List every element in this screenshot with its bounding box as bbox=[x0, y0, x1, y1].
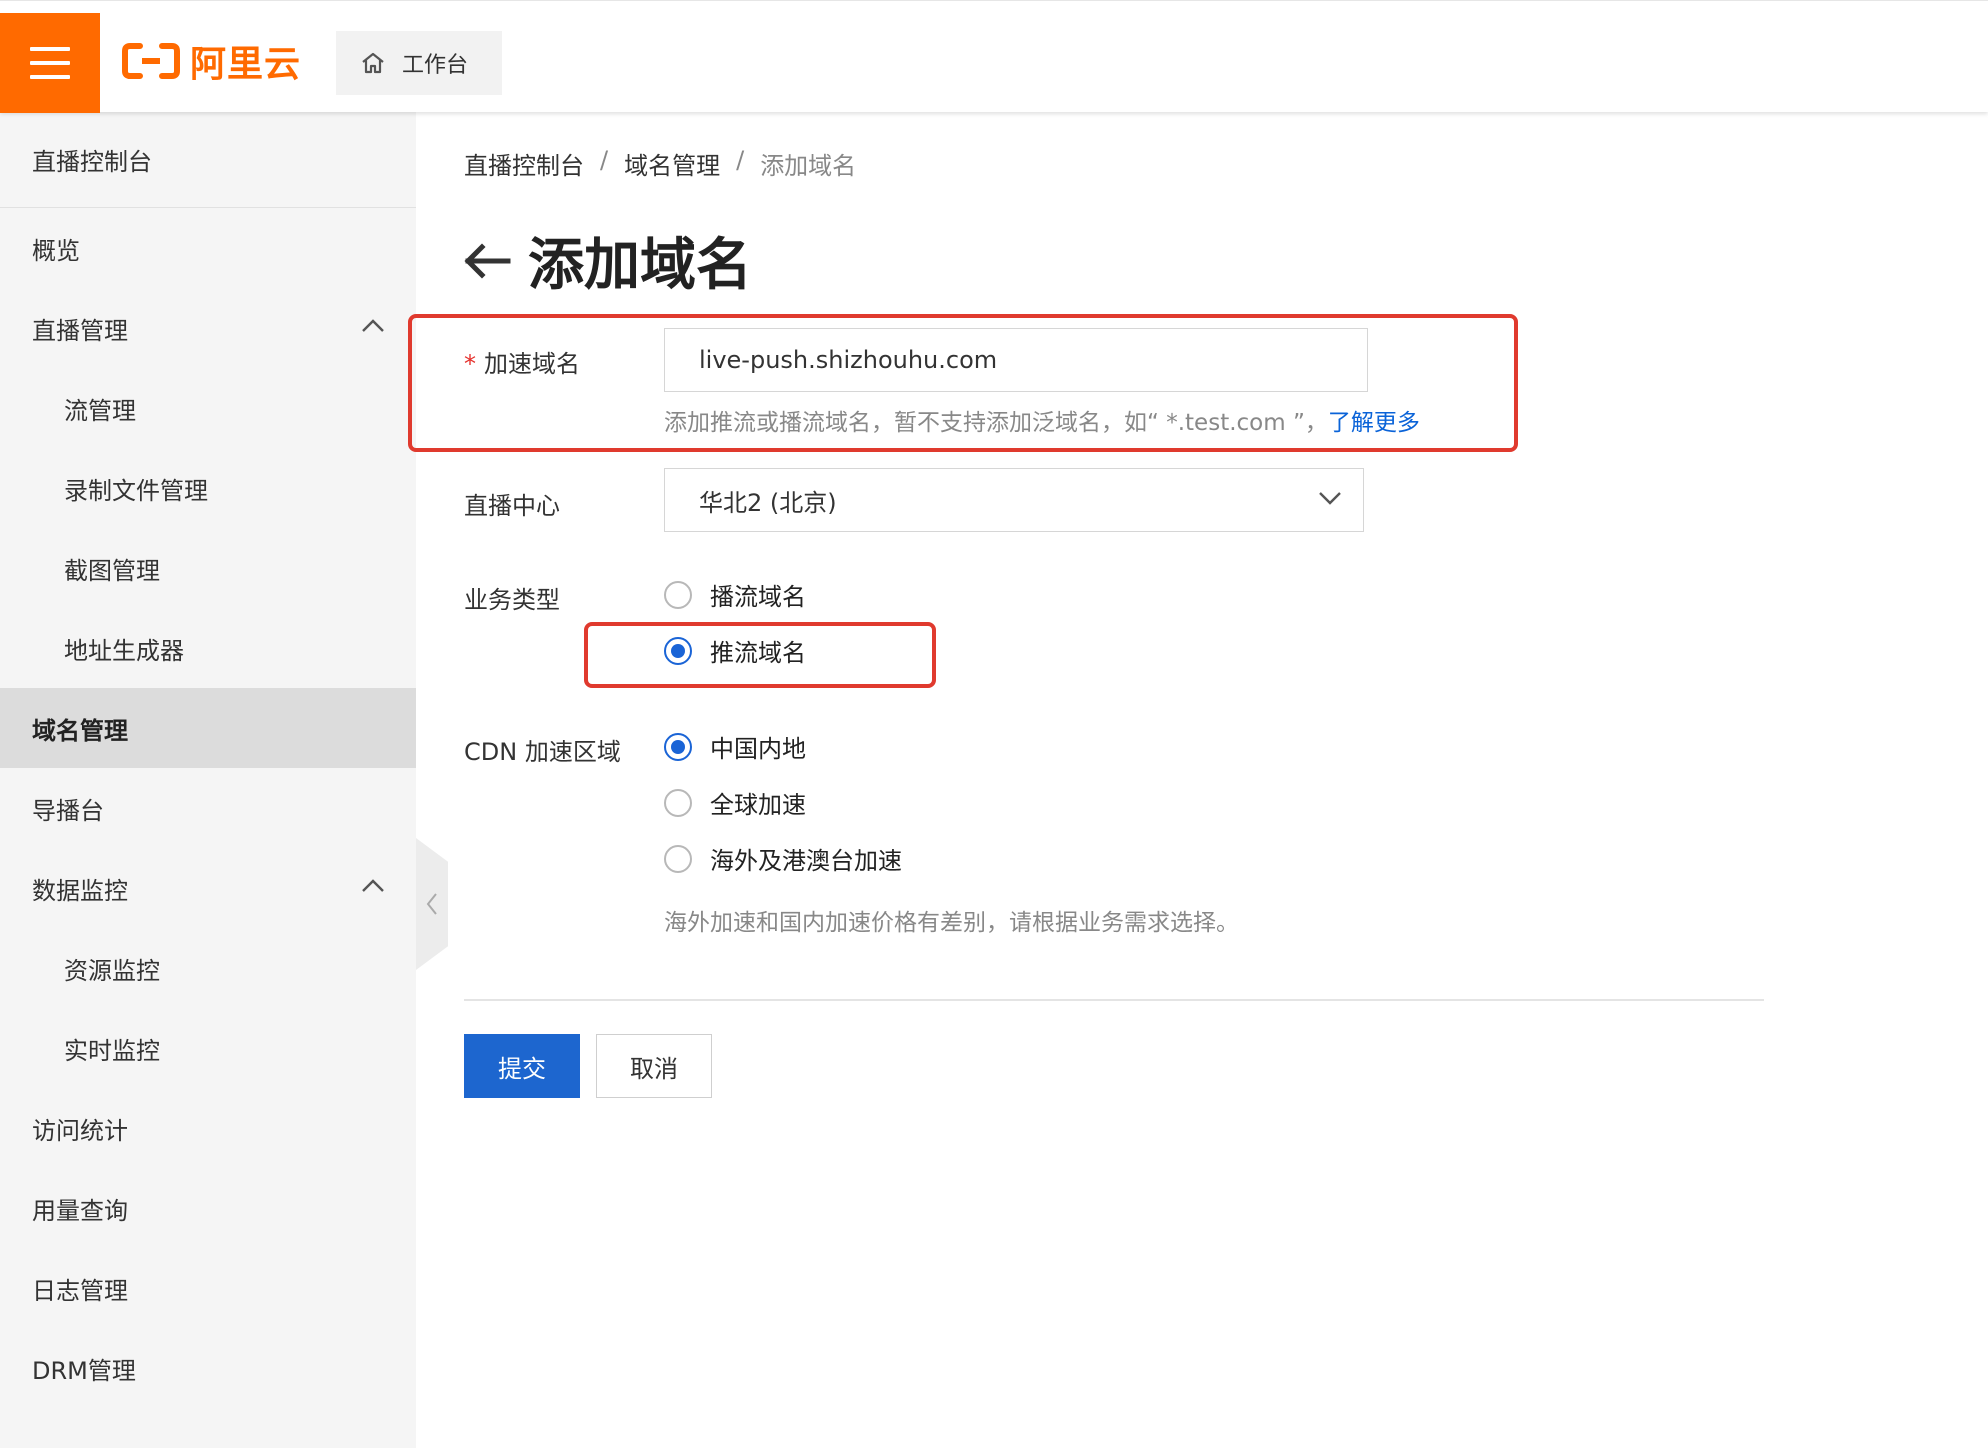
sidebar-item-live-management[interactable]: 直播管理 bbox=[0, 288, 416, 368]
center-label: 直播中心 bbox=[464, 492, 560, 520]
sidebar-title: 直播控制台 bbox=[0, 112, 416, 208]
home-icon bbox=[362, 52, 384, 74]
sidebar-collapse-handle[interactable] bbox=[416, 838, 448, 970]
sidebar-item-label: 日志管理 bbox=[32, 1276, 128, 1305]
sidebar-item-data-monitoring[interactable]: 数据监控 bbox=[0, 848, 416, 928]
breadcrumb-separator: / bbox=[600, 146, 609, 174]
radio-button-selected[interactable] bbox=[664, 732, 692, 761]
breadcrumb-item-current: 添加域名 bbox=[760, 152, 857, 180]
sidebar-item-stream-management[interactable]: 流管理 bbox=[0, 368, 416, 448]
back-arrow-icon[interactable] bbox=[462, 241, 512, 281]
sidebar-item-domain-management[interactable]: 域名管理 bbox=[0, 688, 416, 768]
sidebar-item-label: 资源监控 bbox=[64, 956, 160, 985]
cancel-button[interactable]: 取消 bbox=[596, 1034, 712, 1098]
submit-button[interactable]: 提交 bbox=[464, 1034, 580, 1098]
sidebar-item-label: 直播管理 bbox=[32, 316, 128, 345]
sidebar-item-label: DRM管理 bbox=[32, 1356, 136, 1385]
menu-icon[interactable] bbox=[0, 13, 100, 113]
radio-global[interactable]: 全球加速 bbox=[664, 785, 806, 820]
sidebar-item-usage-query[interactable]: 用量查询 bbox=[0, 1168, 416, 1248]
radio-label: 全球加速 bbox=[710, 791, 806, 819]
cdn-region-label: CDN 加速区域 bbox=[464, 738, 621, 766]
chevron-up-icon[interactable] bbox=[360, 318, 386, 334]
radio-label: 中国内地 bbox=[710, 735, 806, 763]
logo[interactable]: 阿里云 bbox=[122, 39, 301, 85]
push-domain-highlight-box bbox=[584, 622, 936, 688]
breadcrumb-item-console[interactable]: 直播控制台 bbox=[464, 146, 584, 181]
aliyun-logo-icon bbox=[122, 43, 180, 79]
top-bar: 阿里云 工作台 bbox=[0, 0, 1988, 113]
breadcrumb: 直播控制台 / 域名管理 / 添加域名 bbox=[464, 146, 856, 181]
page-header: 添加域名 bbox=[462, 220, 752, 301]
sidebar-item-label: 截图管理 bbox=[64, 556, 160, 585]
radio-button[interactable] bbox=[664, 580, 692, 609]
sidebar-item-overview[interactable]: 概览 bbox=[0, 208, 416, 288]
chevron-up-icon[interactable] bbox=[360, 878, 386, 894]
page-title: 添加域名 bbox=[528, 233, 752, 298]
sidebar-item-realtime-monitoring[interactable]: 实时监控 bbox=[0, 1008, 416, 1088]
logo-text: 阿里云 bbox=[190, 44, 302, 85]
sidebar-item-label: 访问统计 bbox=[32, 1116, 128, 1145]
sidebar-item-snapshot-management[interactable]: 截图管理 bbox=[0, 528, 416, 608]
cdn-help-text: 海外加速和国内加速价格有差别，请根据业务需求选择。 bbox=[664, 910, 1239, 936]
sidebar-item-drm-management[interactable]: DRM管理 bbox=[0, 1328, 416, 1408]
radio-label: 播流域名 bbox=[710, 583, 806, 611]
breadcrumb-separator: / bbox=[736, 146, 745, 174]
radio-button[interactable] bbox=[664, 788, 692, 817]
center-select[interactable]: 华北2 (北京) bbox=[664, 468, 1364, 532]
sidebar-item-recording-files[interactable]: 录制文件管理 bbox=[0, 448, 416, 528]
radio-overseas[interactable]: 海外及港澳台加速 bbox=[664, 841, 902, 876]
sidebar-item-label: 数据监控 bbox=[32, 876, 128, 905]
workbench-label: 工作台 bbox=[402, 53, 469, 78]
radio-button[interactable] bbox=[664, 844, 692, 873]
sidebar-item-label: 导播台 bbox=[32, 796, 104, 825]
sidebar-item-label: 录制文件管理 bbox=[64, 476, 208, 505]
sidebar-item-label: 地址生成器 bbox=[64, 636, 184, 665]
chevron-down-icon bbox=[1319, 492, 1341, 505]
sidebar-item-label: 域名管理 bbox=[32, 716, 128, 745]
domain-highlight-box bbox=[408, 314, 1518, 452]
sidebar-item-label: 用量查询 bbox=[32, 1196, 128, 1225]
sidebar-item-url-generator[interactable]: 地址生成器 bbox=[0, 608, 416, 688]
business-type-label: 业务类型 bbox=[464, 586, 560, 614]
workbench-button[interactable]: 工作台 bbox=[336, 31, 502, 95]
sidebar: 直播控制台 概览 直播管理 流管理 录制文件管理 截图管理 地址生成器 域名管理… bbox=[0, 112, 416, 1448]
sidebar-item-label: 流管理 bbox=[64, 396, 136, 425]
sidebar-item-label: 概览 bbox=[32, 236, 80, 265]
sidebar-item-access-statistics[interactable]: 访问统计 bbox=[0, 1088, 416, 1168]
sidebar-item-director[interactable]: 导播台 bbox=[0, 768, 416, 848]
radio-play-domain[interactable]: 播流域名 bbox=[664, 577, 806, 612]
breadcrumb-item-domain-management[interactable]: 域名管理 bbox=[624, 146, 720, 181]
radio-label: 海外及港澳台加速 bbox=[710, 847, 902, 875]
form-divider bbox=[464, 999, 1764, 1001]
radio-mainland-china[interactable]: 中国内地 bbox=[664, 729, 806, 764]
sidebar-item-label: 实时监控 bbox=[64, 1036, 160, 1065]
center-select-value: 华北2 (北京) bbox=[699, 488, 837, 517]
chevron-left-icon bbox=[426, 893, 437, 915]
sidebar-item-resource-monitoring[interactable]: 资源监控 bbox=[0, 928, 416, 1008]
sidebar-item-log-management[interactable]: 日志管理 bbox=[0, 1248, 416, 1328]
